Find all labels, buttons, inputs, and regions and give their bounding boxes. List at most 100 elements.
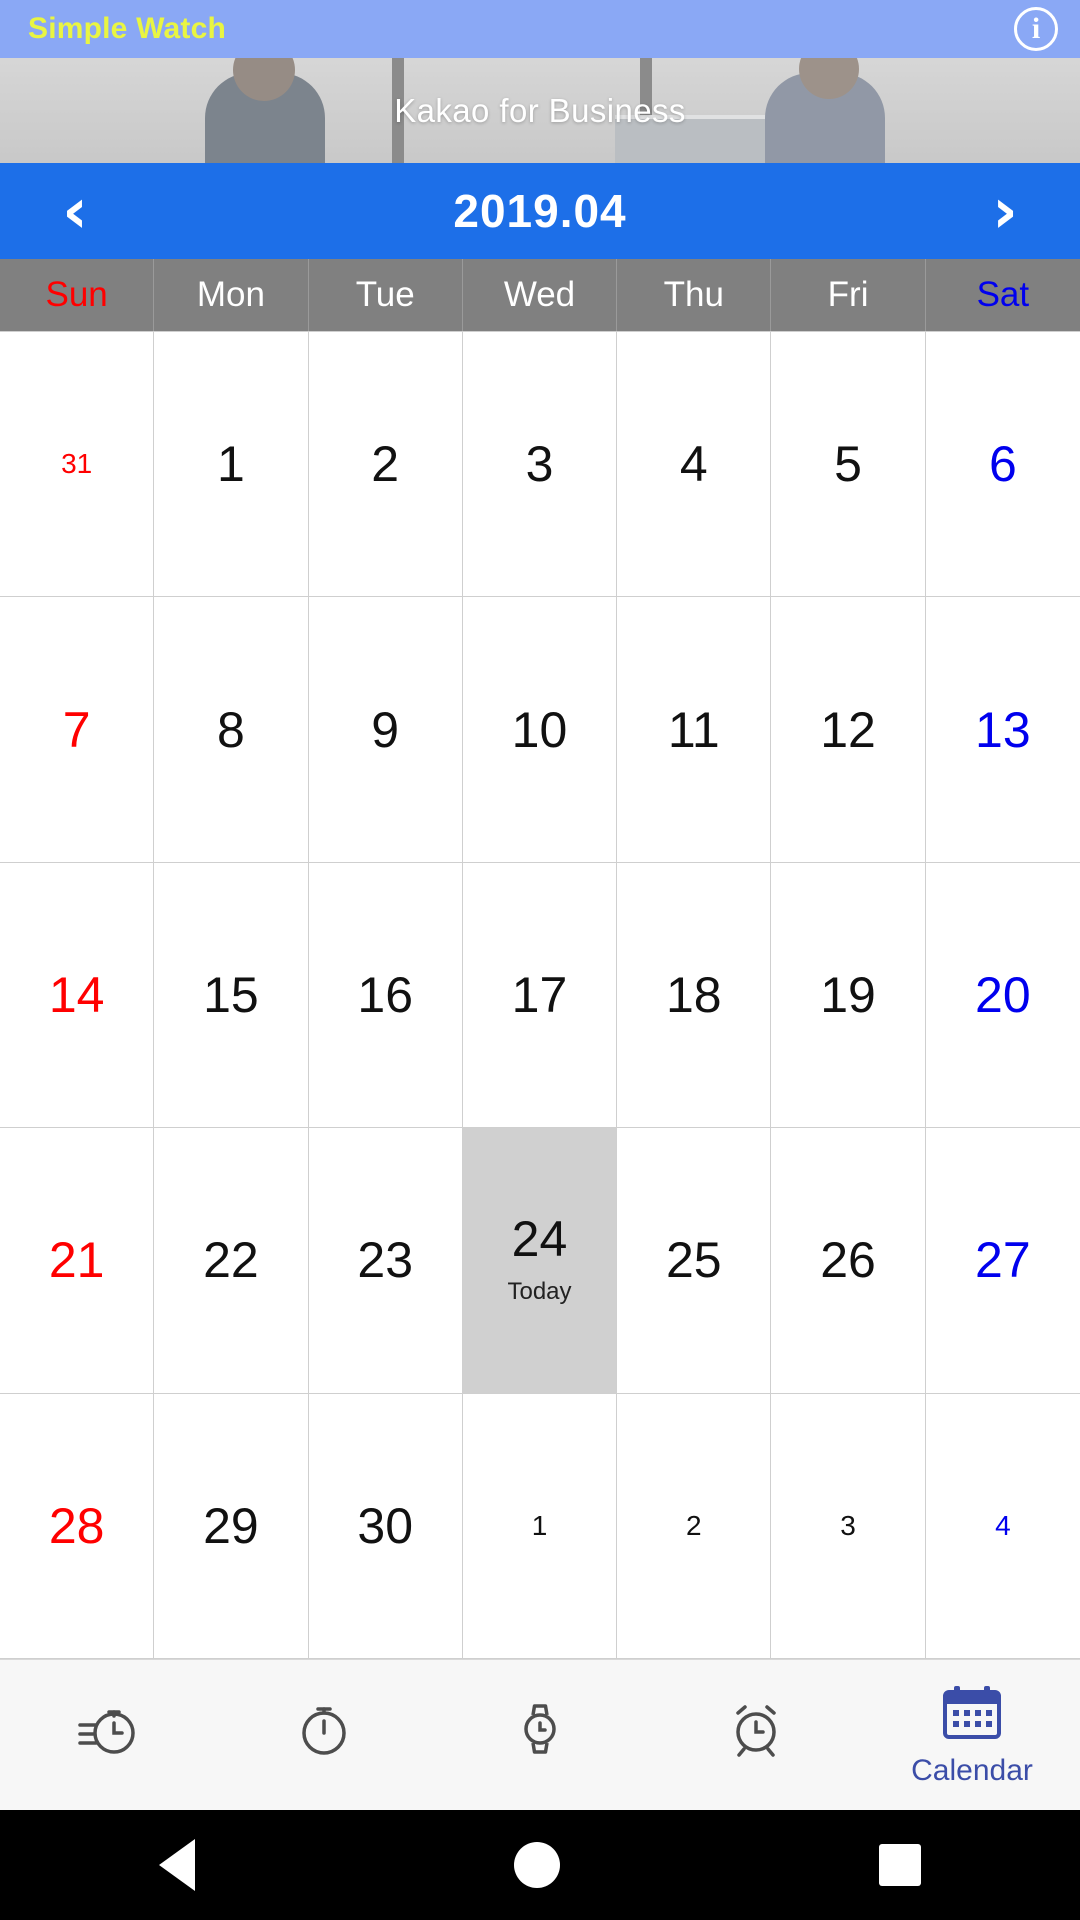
calendar-cell[interactable]: 5 <box>771 332 926 598</box>
day-number: 21 <box>48 1232 105 1289</box>
calendar-icon <box>941 1683 1003 1746</box>
calendar-cell[interactable]: 29 <box>154 1393 309 1659</box>
day-number: 4 <box>995 1509 1011 1541</box>
calendar-cell[interactable]: 28 <box>0 1393 155 1659</box>
day-number: 6 <box>988 436 1017 493</box>
calendar-cell[interactable]: 13 <box>925 597 1080 863</box>
day-number: 10 <box>511 701 568 758</box>
weekday-header-row: Sun Mon Tue Wed Thu Fri Sat <box>0 259 1080 331</box>
calendar-cell[interactable]: 19 <box>771 862 926 1129</box>
calendar-grid: 31 1 2 3 4 5 6 7 8 9 10 11 12 13 14 15 16 17 18 19 20 21 22 23 2… <box>0 331 1080 1659</box>
day-number: 27 <box>975 1232 1031 1289</box>
calendar-cell[interactable]: 25 <box>617 1128 772 1394</box>
day-number: 13 <box>975 701 1031 758</box>
calendar-cell[interactable]: 9 <box>308 597 463 863</box>
app-root: Simple Watch i Kakao for Business ‹ 2019… <box>0 0 1080 1920</box>
day-number: 7 <box>62 701 91 758</box>
previous-month-button[interactable]: ‹ <box>40 180 110 242</box>
day-number: 15 <box>203 966 259 1023</box>
day-number: 19 <box>820 966 876 1023</box>
month-navigation-bar: ‹ 2019.04 › <box>0 163 1080 259</box>
day-number: 16 <box>357 966 414 1023</box>
calendar-cell[interactable]: 6 <box>925 332 1080 598</box>
title-bar: Simple Watch i <box>0 0 1080 58</box>
day-number: 23 <box>357 1232 414 1289</box>
calendar-cell[interactable]: 2 <box>308 332 463 598</box>
day-number: 22 <box>203 1232 259 1289</box>
tab-alarm[interactable] <box>648 1660 864 1810</box>
bottom-tab-bar: Calendar <box>0 1659 1080 1810</box>
calendar-cell[interactable]: 22 <box>154 1128 309 1394</box>
day-number: 3 <box>525 436 554 493</box>
day-number: 1 <box>217 436 245 493</box>
calendar-cell[interactable]: 4 <box>617 332 772 598</box>
calendar-cell[interactable]: 17 <box>462 862 618 1129</box>
alarm-clock-icon <box>724 1697 788 1766</box>
weekday-header-tue: Tue <box>309 259 463 331</box>
calendar-cell[interactable]: 18 <box>617 862 772 1129</box>
calendar-cell[interactable]: 12 <box>771 597 926 863</box>
day-number: 14 <box>48 966 105 1023</box>
today-label: Today <box>507 1278 572 1306</box>
weekday-header-wed: Wed <box>463 259 618 331</box>
tab-calendar-label: Calendar <box>911 1753 1033 1787</box>
day-number: 8 <box>217 701 245 758</box>
calendar-cell[interactable]: 1 <box>462 1393 618 1659</box>
day-number: 31 <box>61 448 93 480</box>
day-number: 17 <box>511 966 568 1023</box>
calendar-cell[interactable]: 26 <box>771 1128 926 1394</box>
calendar-cell[interactable]: 11 <box>617 597 772 863</box>
ad-text: Kakao for Business <box>394 91 686 129</box>
info-icon[interactable]: i <box>1014 7 1058 51</box>
calendar-cell[interactable]: 10 <box>462 597 618 863</box>
calendar-cell[interactable]: 15 <box>154 862 309 1129</box>
weekday-header-thu: Thu <box>617 259 772 331</box>
day-number: 20 <box>975 966 1031 1023</box>
day-number: 18 <box>665 966 722 1023</box>
calendar-cell[interactable]: 2 <box>617 1393 772 1659</box>
day-number: 29 <box>203 1497 259 1554</box>
current-month-label: 2019.04 <box>453 185 627 237</box>
recents-square-icon[interactable] <box>878 1844 921 1886</box>
calendar-cell[interactable]: 31 <box>0 332 155 598</box>
calendar-cell[interactable]: 1 <box>154 332 309 598</box>
calendar-cell[interactable]: 7 <box>0 597 155 863</box>
calendar-cell[interactable]: 16 <box>308 862 463 1129</box>
calendar-cell[interactable]: 21 <box>0 1128 155 1394</box>
calendar-cell[interactable]: 3 <box>462 332 618 598</box>
tab-lap-timer[interactable] <box>0 1660 216 1810</box>
calendar-cell[interactable]: 20 <box>925 863 1080 1129</box>
day-number: 26 <box>820 1232 876 1289</box>
weekday-header-fri: Fri <box>771 259 926 331</box>
day-number: 9 <box>371 701 400 758</box>
weekday-header-mon: Mon <box>154 259 309 331</box>
home-circle-icon[interactable] <box>513 1842 560 1888</box>
day-number: 2 <box>685 1509 702 1541</box>
calendar-cell[interactable]: 30 <box>308 1393 463 1659</box>
weekday-header-sat: Sat <box>976 275 1030 314</box>
calendar-cell[interactable]: 8 <box>154 597 309 863</box>
calendar-cell[interactable]: 3 <box>771 1393 926 1659</box>
calendar-cell[interactable]: 14 <box>0 862 155 1129</box>
next-month-button[interactable]: › <box>970 180 1040 242</box>
day-number: 2 <box>371 436 400 493</box>
calendar-cell[interactable]: 4 <box>925 1394 1080 1659</box>
calendar-cell[interactable]: 23 <box>308 1128 463 1394</box>
tab-calendar[interactable]: Calendar <box>864 1660 1080 1810</box>
app-title: Simple Watch <box>28 12 226 45</box>
back-triangle-icon[interactable] <box>159 1839 196 1891</box>
calendar-cell[interactable]: 27 <box>925 1128 1080 1394</box>
tab-watch[interactable] <box>432 1660 648 1810</box>
day-number: 28 <box>48 1497 105 1554</box>
day-number: 30 <box>357 1497 414 1554</box>
day-number: 3 <box>840 1509 856 1541</box>
android-nav-bar <box>0 1810 1080 1920</box>
tab-stopwatch[interactable] <box>216 1660 432 1810</box>
ad-banner[interactable]: Kakao for Business <box>0 58 1080 163</box>
day-number: 24 <box>511 1211 568 1268</box>
day-number: 4 <box>679 436 708 493</box>
weekday-header-sun: Sun <box>0 259 155 331</box>
day-number: 1 <box>531 1509 548 1541</box>
stopwatch-icon <box>292 1697 356 1766</box>
calendar-cell-today[interactable]: 24 Today <box>462 1128 618 1394</box>
